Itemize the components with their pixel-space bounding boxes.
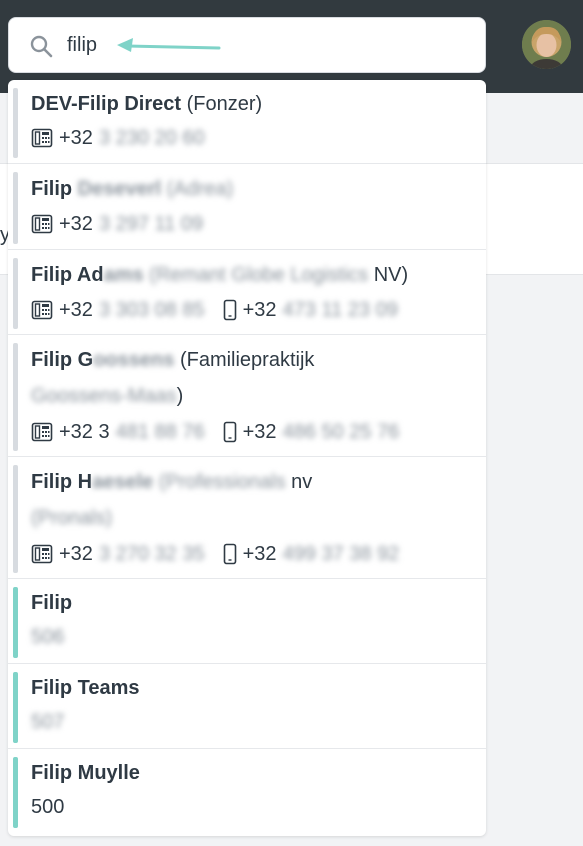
mobile-phone-icon	[223, 299, 236, 321]
search-box[interactable]	[8, 17, 486, 73]
result-bar	[13, 172, 18, 244]
result-item[interactable]: Filip Teams 507	[8, 664, 486, 749]
mobile-prefix: +32	[242, 299, 277, 321]
landline-number: 3 230 20 60	[98, 127, 205, 149]
landline-prefix: +32	[59, 213, 93, 235]
result-name: Filip Muylle	[31, 762, 140, 784]
result-bar	[13, 465, 18, 573]
result-name: Filip Haesele (Professionals nv	[31, 471, 313, 493]
landline-phone-icon	[31, 544, 53, 564]
landline-number: 3 270 32 35	[98, 543, 205, 565]
landline-phone-icon	[31, 214, 53, 234]
result-name: Filip Deseverl (Adrea)	[31, 178, 234, 200]
mobile-prefix: +32	[242, 421, 277, 443]
landline-phone-icon	[31, 300, 53, 320]
user-avatar[interactable]	[522, 20, 571, 69]
result-name: Filip Adams (Remant Globe Logistics NV)	[31, 264, 409, 286]
result-item[interactable]: DEV-Filip Direct (Fonzer) +32 3 230 20 6…	[8, 80, 486, 164]
result-phones: +32 3 230 20 60	[31, 124, 205, 152]
mobile-number: 473 11 23 09	[282, 299, 398, 321]
result-name: Filip Teams	[31, 677, 140, 699]
result-phones: +32 3 481 88 76 +32 486 50 25 76	[31, 418, 399, 446]
result-name: Filip Goossens (Familiepraktijk	[31, 349, 315, 371]
result-item[interactable]: Filip Deseverl (Adrea) +32 3 297 11 09	[8, 164, 486, 250]
result-item[interactable]: Filip Haesele (Professionals nv (Pronals…	[8, 457, 486, 579]
annotation-arrow-icon	[117, 38, 221, 52]
landline-prefix: +32	[59, 543, 93, 565]
landline-prefix: +32	[59, 127, 93, 149]
result-org-line2: (Pronals)	[31, 507, 113, 529]
search-results-dropdown: DEV-Filip Direct (Fonzer) +32 3 230 20 6…	[8, 80, 486, 836]
result-phones: +32 3 297 11 09	[31, 210, 203, 238]
landline-phone-icon	[31, 422, 53, 442]
mobile-phone-icon	[223, 421, 236, 443]
landline-prefix: +32	[59, 299, 93, 321]
mobile-number: 499 37 38 92	[282, 543, 400, 565]
result-bar	[13, 258, 18, 329]
result-bar	[13, 88, 18, 158]
result-phones: +32 3 270 32 35 +32 499 37 38 92	[31, 540, 399, 568]
mobile-number: 486 50 25 76	[282, 421, 400, 443]
result-bar	[13, 757, 18, 828]
mobile-prefix: +32	[242, 543, 277, 565]
result-phones: +32 3 303 08 85 +32 473 11 23 09	[31, 296, 398, 324]
result-bar	[13, 587, 18, 658]
result-sub: 500	[31, 796, 65, 818]
result-item[interactable]: Filip Muylle 500	[8, 749, 486, 836]
landline-number: 3 297 11 09	[98, 213, 204, 235]
result-bar	[13, 672, 18, 743]
result-bar	[13, 343, 18, 451]
result-sub: 507	[31, 711, 65, 733]
mobile-phone-icon	[223, 543, 236, 565]
result-name: DEV-Filip Direct (Fonzer)	[31, 93, 263, 115]
result-org-line2: Goossens-Maas)	[31, 385, 184, 407]
landline-prefix: +32 3	[59, 421, 110, 443]
landline-phone-icon	[31, 128, 53, 148]
result-item[interactable]: Filip Goossens (Familiepraktijk Goossens…	[8, 335, 486, 457]
result-item[interactable]: Filip Adams (Remant Globe Logistics NV) …	[8, 250, 486, 335]
result-item[interactable]: Filip 506	[8, 579, 486, 664]
landline-number: 3 303 08 85	[98, 299, 205, 321]
landline-number: 481 88 76	[115, 421, 205, 443]
avatar-photo-icon	[522, 20, 571, 69]
result-sub: 506	[31, 626, 65, 648]
search-icon[interactable]	[29, 34, 53, 58]
result-name: Filip	[31, 592, 73, 614]
